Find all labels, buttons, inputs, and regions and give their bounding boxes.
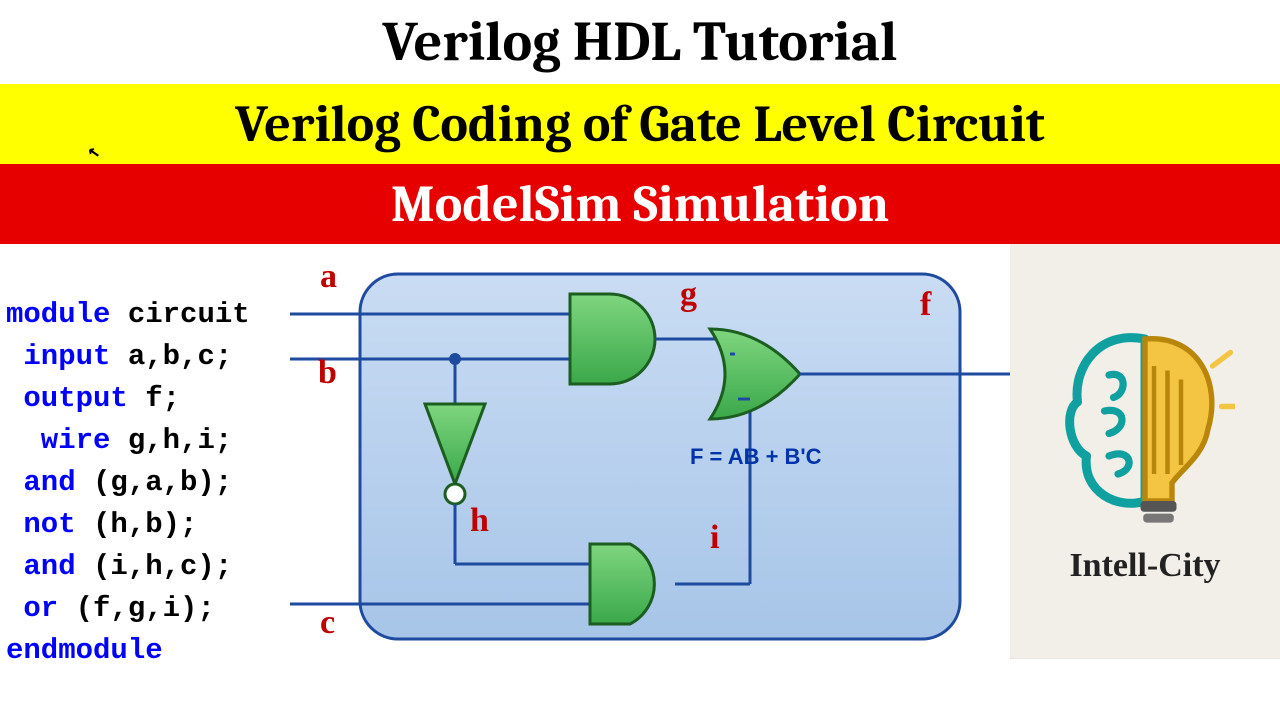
- kw-output: output: [6, 382, 145, 415]
- kw-input: input: [6, 340, 128, 373]
- content-row: module circuit input a,b,c; output f; wi…: [0, 244, 1280, 659]
- banner-tutorial: Verilog HDL Tutorial: [0, 0, 1280, 84]
- code-text: (i,h,c);: [93, 550, 232, 583]
- code-text: circuit: [128, 298, 250, 331]
- kw-and: and: [6, 550, 93, 583]
- code-text: (h,b);: [93, 508, 197, 541]
- kw-not: not: [6, 508, 93, 541]
- intell-city-icon: [1055, 319, 1235, 539]
- logo-text: Intell-City: [1069, 547, 1220, 585]
- code-block: module circuit input a,b,c; output f; wi…: [0, 244, 290, 659]
- label-g: g: [680, 276, 697, 314]
- banner-modelsim: ModelSim Simulation: [0, 164, 1280, 244]
- label-c: c: [320, 604, 335, 642]
- banner-subtitle: Verilog Coding of Gate Level Circuit: [0, 84, 1280, 164]
- kw-wire: wire: [6, 424, 128, 457]
- label-i: i: [710, 519, 719, 557]
- code-text: (f,g,i);: [76, 592, 215, 625]
- label-a: a: [320, 258, 337, 296]
- kw-and: and: [6, 466, 93, 499]
- circuit-diagram: a b c g h i f F = AB + B'C: [290, 244, 1010, 659]
- kw-or: or: [6, 592, 76, 625]
- equation: F = AB + B'C: [690, 444, 822, 470]
- code-text: g,h,i;: [128, 424, 232, 457]
- label-h: h: [470, 502, 489, 540]
- code-text: a,b,c;: [128, 340, 232, 373]
- code-text: f;: [145, 382, 180, 415]
- label-f: f: [920, 286, 931, 324]
- kw-module: module: [6, 298, 128, 331]
- code-text: (g,a,b);: [93, 466, 232, 499]
- label-b: b: [318, 354, 337, 392]
- kw-endmodule: endmodule: [6, 634, 163, 659]
- logo-area: Intell-City: [1010, 244, 1280, 659]
